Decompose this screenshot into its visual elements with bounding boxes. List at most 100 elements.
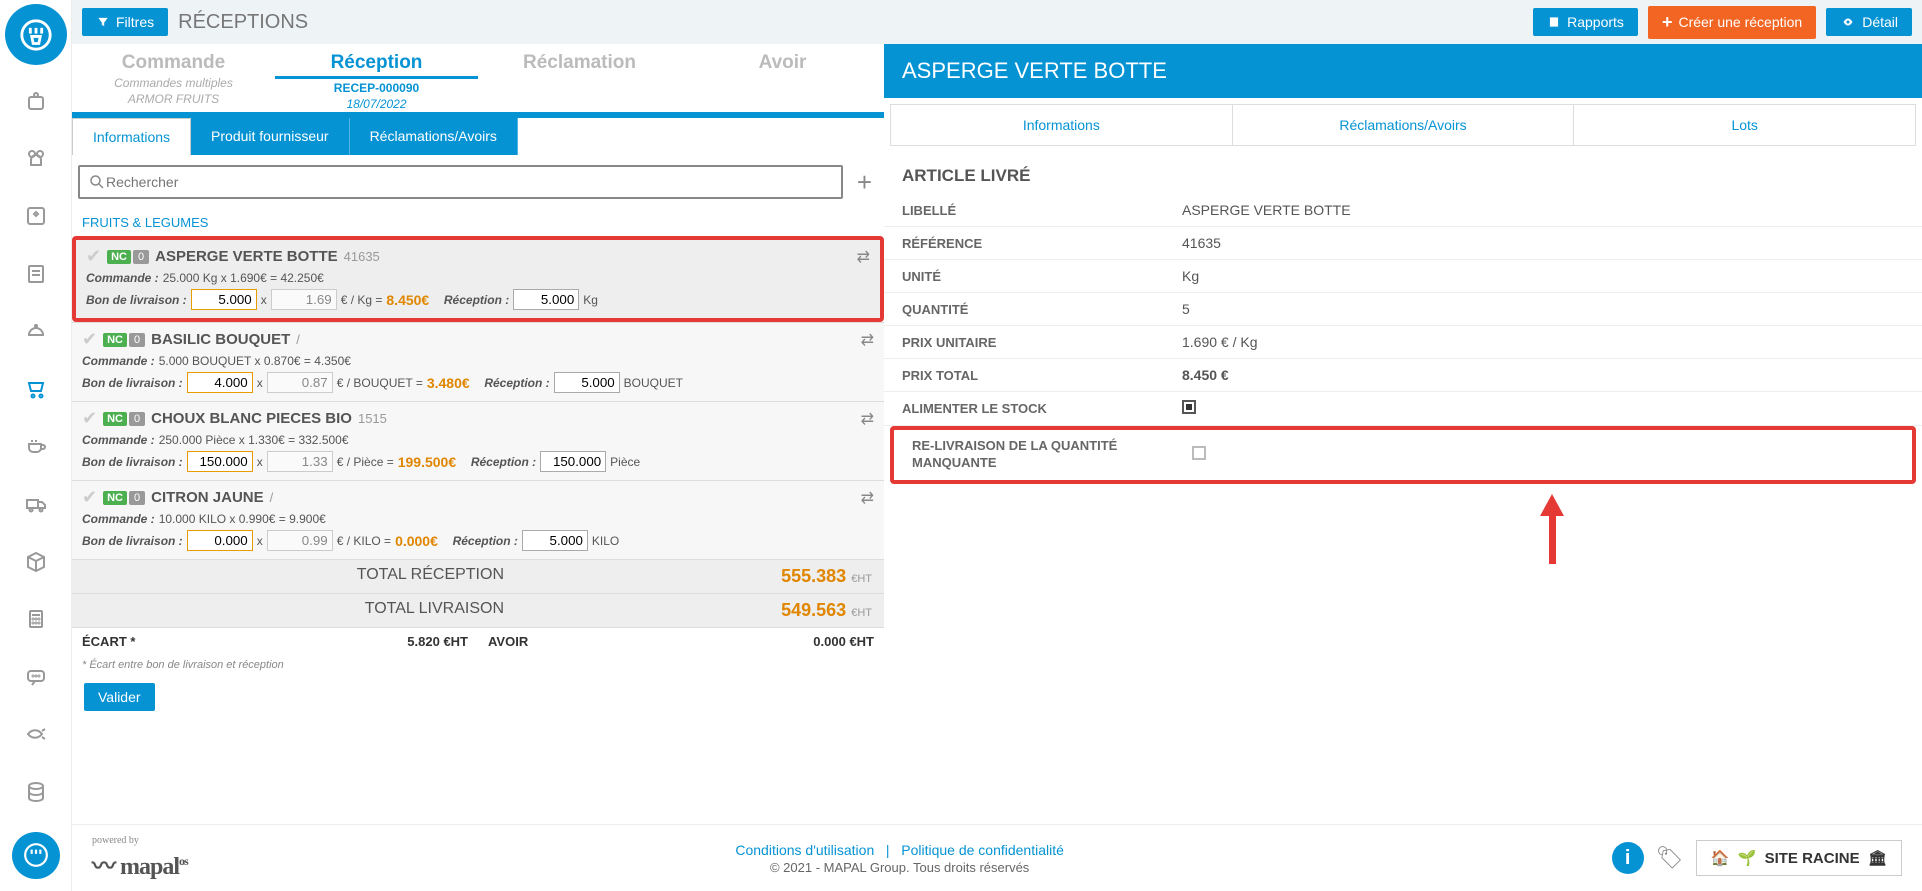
rtab-lots[interactable]: Lots — [1574, 105, 1915, 145]
item-name: CITRON JAUNE — [151, 489, 264, 506]
subtab-supplier-product[interactable]: Produit fournisseur — [191, 118, 350, 155]
field-prix-total: 8.450 € — [1182, 367, 1904, 383]
reception-qty-input[interactable] — [554, 372, 620, 393]
swap-icon[interactable]: ⇄ — [861, 409, 874, 429]
total-reception-value: 555.383 €HT — [512, 560, 884, 593]
search-input[interactable] — [106, 174, 833, 190]
item-name: CHOUX BLANC PIECES BIO — [151, 410, 352, 427]
rtab-claims[interactable]: Réclamations/Avoirs — [1233, 105, 1575, 145]
delivery-qty-input[interactable] — [187, 372, 253, 393]
subtab-claims[interactable]: Réclamations/Avoirs — [350, 118, 518, 155]
document-icon[interactable] — [18, 256, 54, 292]
total-delivery-value: 549.563 €HT — [512, 594, 884, 627]
cart-icon[interactable] — [18, 371, 54, 407]
totals: TOTAL RÉCEPTION 555.383 €HT TOTAL LIVRAI… — [72, 559, 884, 719]
truck-icon[interactable] — [18, 486, 54, 522]
calculator-icon[interactable] — [18, 601, 54, 637]
reception-qty-input[interactable] — [540, 451, 606, 472]
info-icon[interactable]: i — [1612, 842, 1644, 874]
tag-icon[interactable]: 🏷 — [1656, 845, 1684, 871]
weight-icon[interactable] — [18, 83, 54, 119]
terms-link[interactable]: Conditions d'utilisation — [735, 842, 874, 858]
tab-reception[interactable]: Réception RECEP-000090 18/07/2022 — [275, 44, 478, 112]
list-item[interactable]: ✔ NC0 CITRON JAUNE / ⇄ Commande :10.000 … — [72, 480, 884, 559]
section-article-livre: ARTICLE LIVRÉ — [884, 152, 1922, 194]
delivery-price-input[interactable] — [267, 451, 333, 472]
count-badge: 0 — [129, 491, 145, 505]
check-icon: ✔ — [82, 408, 97, 429]
help-icon[interactable] — [12, 832, 60, 879]
page-title: RÉCEPTIONS — [178, 11, 308, 34]
building-icon: 🏛 — [1868, 850, 1887, 867]
delivery-price-input[interactable] — [271, 289, 337, 310]
detail-title: ASPERGE VERTE BOTTE — [884, 44, 1922, 98]
count-badge: 0 — [129, 333, 145, 347]
nc-badge: NC — [103, 412, 127, 426]
avoir-value: 0.000 €HT — [813, 634, 874, 649]
nc-badge: NC — [107, 250, 131, 264]
item-code: / — [270, 490, 274, 505]
delivery-qty-input[interactable] — [187, 530, 253, 551]
database-icon[interactable] — [18, 774, 54, 810]
check-icon: ✔ — [82, 487, 97, 508]
add-item-button[interactable]: + — [851, 167, 878, 198]
seedling-icon: 🌱 — [1738, 850, 1757, 867]
count-badge: 0 — [129, 412, 145, 426]
subtabs: Informations Produit fournisseur Réclama… — [72, 118, 884, 155]
item-code: 1515 — [358, 411, 387, 426]
sidebar — [0, 0, 72, 891]
ecart-note: * Écart entre bon de livraison et récept… — [72, 655, 884, 675]
item-code: / — [296, 332, 300, 347]
list-item[interactable]: ✔ NC0 BASILIC BOUQUET / ⇄ Commande :5.00… — [72, 322, 884, 401]
chat-icon[interactable] — [18, 659, 54, 695]
redelivery-checkbox[interactable] — [1192, 446, 1206, 460]
delivery-price-input[interactable] — [267, 372, 333, 393]
chef-hat-icon[interactable] — [18, 141, 54, 177]
category-fruits-legumes[interactable]: FRUITS & LEGUMES — [72, 209, 884, 236]
field-quantite: 5 — [1182, 301, 1904, 317]
swap-icon[interactable]: ⇄ — [857, 247, 870, 267]
detail-panel: ASPERGE VERTE BOTTE Informations Réclama… — [884, 44, 1922, 824]
delivery-price-input[interactable] — [267, 530, 333, 551]
field-reference: 41635 — [1182, 235, 1904, 251]
site-button[interactable]: 🏠 🌱 SITE RACINE 🏛 — [1696, 840, 1902, 876]
reception-qty-input[interactable] — [522, 530, 588, 551]
rtab-informations[interactable]: Informations — [891, 105, 1233, 145]
nc-badge: NC — [103, 491, 127, 505]
delivery-qty-input[interactable] — [187, 451, 253, 472]
item-list: ✔ NC0 ASPERGE VERTE BOTTE 41635 ⇄ Comman… — [72, 236, 884, 559]
stock-checkbox[interactable] — [1182, 400, 1196, 414]
tab-credit[interactable]: Avoir — [681, 44, 884, 112]
create-reception-button[interactable]: + Créer une réception — [1648, 6, 1816, 39]
list-item[interactable]: ✔ NC0 CHOUX BLANC PIECES BIO 1515 ⇄ Comm… — [72, 401, 884, 480]
search-icon — [88, 173, 106, 191]
detail-button[interactable]: Détail — [1826, 8, 1912, 36]
reception-qty-input[interactable] — [513, 289, 579, 310]
swap-icon[interactable]: ⇄ — [861, 488, 874, 508]
search-box[interactable] — [78, 165, 843, 199]
nc-badge: NC — [103, 333, 127, 347]
subtab-informations[interactable]: Informations — [72, 118, 191, 155]
reports-button[interactable]: Rapports — [1533, 8, 1638, 36]
app-logo[interactable] — [5, 4, 67, 65]
footer: powered by 〰 mapalos Conditions d'utilis… — [72, 824, 1922, 891]
fish-icon[interactable] — [18, 716, 54, 752]
item-name: BASILIC BOUQUET — [151, 331, 290, 348]
heart-list-icon[interactable] — [18, 198, 54, 234]
coffee-icon[interactable] — [18, 429, 54, 465]
swap-icon[interactable]: ⇄ — [861, 330, 874, 350]
delivery-qty-input[interactable] — [191, 289, 257, 310]
filters-button[interactable]: Filtres — [82, 8, 168, 36]
privacy-link[interactable]: Politique de confidentialité — [901, 842, 1064, 858]
validate-button[interactable]: Valider — [84, 683, 155, 711]
process-tabs: Commande Commandes multiples ARMOR FRUIT… — [72, 44, 884, 118]
cloche-icon[interactable] — [18, 314, 54, 350]
copyright-text: © 2021 - MAPAL Group. Tous droits réserv… — [204, 860, 1596, 875]
field-unite: Kg — [1182, 268, 1904, 284]
boxes-icon[interactable] — [18, 544, 54, 580]
field-libelle: ASPERGE VERTE BOTTE — [1182, 202, 1904, 218]
check-icon: ✔ — [86, 246, 101, 267]
tab-claim[interactable]: Réclamation — [478, 44, 681, 112]
tab-order[interactable]: Commande Commandes multiples ARMOR FRUIT… — [72, 44, 275, 112]
list-item[interactable]: ✔ NC0 ASPERGE VERTE BOTTE 41635 ⇄ Comman… — [72, 236, 884, 322]
